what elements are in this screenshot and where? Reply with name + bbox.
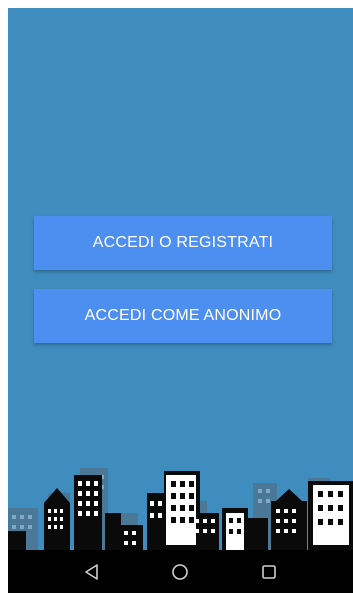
app-screen: ACCEDI O REGISTRATI ACCEDI COME ANONIMO xyxy=(8,8,353,593)
recents-icon[interactable] xyxy=(249,552,289,592)
anonymous-login-button[interactable]: ACCEDI COME ANONIMO xyxy=(34,289,332,343)
back-icon[interactable] xyxy=(72,552,112,592)
home-icon[interactable] xyxy=(160,552,200,592)
city-skyline-illustration xyxy=(8,468,353,560)
login-register-button[interactable]: ACCEDI O REGISTRATI xyxy=(34,216,332,270)
android-navigation-bar xyxy=(8,550,353,593)
